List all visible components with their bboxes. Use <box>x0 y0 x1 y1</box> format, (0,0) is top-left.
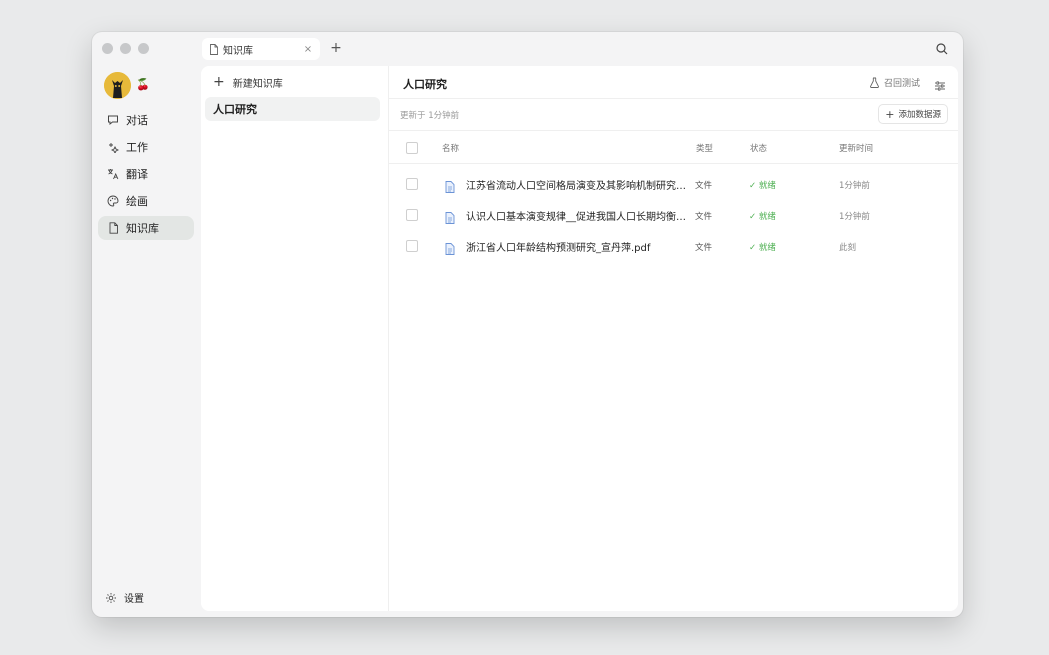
close-tab-icon[interactable]: × <box>300 44 316 55</box>
file-icon <box>445 178 455 193</box>
settings-sliders-icon[interactable] <box>934 77 946 91</box>
file-icon <box>445 209 455 224</box>
file-type: 文件 <box>695 212 713 222</box>
sparkle-icon <box>106 140 120 154</box>
column-header-name: 名称 <box>442 144 460 154</box>
updated-time: 更新于 1分钟前 <box>400 111 460 121</box>
settings-button[interactable]: 设置 <box>104 590 144 605</box>
updated-time: 1分钟前 <box>839 212 870 222</box>
row-checkbox[interactable] <box>406 209 418 221</box>
status-badge: ✓ 就绪 <box>749 181 776 191</box>
window-controls <box>102 43 149 54</box>
translate-icon <box>106 167 120 181</box>
new-knowledge-base-label: 新建知识库 <box>232 78 283 90</box>
minimize-window-button[interactable] <box>120 43 131 54</box>
file-name: 江苏省流动人口空间格局演变及其影响机制研究.pdf <box>466 181 688 192</box>
plus-icon: + <box>885 107 895 121</box>
document-icon <box>208 43 220 55</box>
app-window: 知识库 × + 🍒 对话 工作 翻译 绘画 知识库 设置 + 新建知识库 人口研… <box>92 32 963 617</box>
palette-icon <box>106 194 120 208</box>
row-checkbox[interactable] <box>406 178 418 190</box>
updated-time: 此刻 <box>839 243 857 253</box>
sidebar-item-work[interactable]: 工作 <box>98 135 194 159</box>
cherry-icon: 🍒 <box>136 78 150 91</box>
sidebar-nav: 对话 工作 翻译 绘画 知识库 <box>98 108 194 243</box>
file-type: 文件 <box>695 243 713 253</box>
search-icon[interactable] <box>935 41 949 55</box>
column-header-type: 类型 <box>696 144 714 154</box>
document-icon <box>106 221 120 235</box>
sidebar-item-label: 知识库 <box>126 222 159 235</box>
divider <box>389 98 958 99</box>
sidebar-item-paint[interactable]: 绘画 <box>98 189 194 213</box>
file-name: 认识人口基本演变规律__促进我国人口长期均衡发展.pdf <box>466 212 688 223</box>
status-badge: ✓ 就绪 <box>749 243 776 253</box>
avatar[interactable] <box>104 72 131 99</box>
add-data-source-label: 添加数据源 <box>898 110 941 120</box>
sidebar-item-label: 对话 <box>126 114 148 127</box>
sidebar-item-label: 翻译 <box>126 168 148 181</box>
divider <box>389 130 958 131</box>
sidebar-item-chat[interactable]: 对话 <box>98 108 194 132</box>
table-row[interactable]: 浙江省人口年龄结构预测研究_宣丹萍.pdf 文件 ✓ 就绪 此刻 <box>389 234 958 258</box>
row-checkbox[interactable] <box>406 240 418 252</box>
flask-icon <box>869 77 880 88</box>
chat-icon <box>106 113 120 127</box>
file-name: 浙江省人口年龄结构预测研究_宣丹萍.pdf <box>466 243 651 254</box>
settings-label: 设置 <box>124 594 144 605</box>
main-panel: + 新建知识库 人口研究 人口研究 召回测试 更新于 1分钟前 + 添加数据源 <box>201 66 958 611</box>
table-row[interactable]: 江苏省流动人口空间格局演变及其影响机制研究.pdf 文件 ✓ 就绪 1分钟前 <box>389 172 958 196</box>
recall-test-label: 召回测试 <box>883 79 920 89</box>
status-badge: ✓ 就绪 <box>749 212 776 222</box>
new-knowledge-base-button[interactable]: + 新建知识库 <box>213 74 283 90</box>
plus-icon: + <box>213 74 225 90</box>
sidebar-item-knowledge-base[interactable]: 知识库 <box>98 216 194 240</box>
add-data-source-button[interactable]: + 添加数据源 <box>878 104 948 124</box>
maximize-window-button[interactable] <box>138 43 149 54</box>
close-window-button[interactable] <box>102 43 113 54</box>
file-icon <box>445 240 455 255</box>
column-header-time: 更新时间 <box>839 144 874 154</box>
sidebar-item-translate[interactable]: 翻译 <box>98 162 194 186</box>
page-title: 人口研究 <box>403 78 447 91</box>
tab-knowledge-base[interactable]: 知识库 × <box>202 38 320 60</box>
file-type: 文件 <box>695 181 713 191</box>
knowledge-base-item[interactable]: 人口研究 <box>205 97 380 121</box>
select-all-checkbox[interactable] <box>406 142 418 154</box>
column-header-status: 状态 <box>750 144 768 154</box>
gear-icon <box>104 591 118 605</box>
table-row[interactable]: 认识人口基本演变规律__促进我国人口长期均衡发展.pdf 文件 ✓ 就绪 1分钟… <box>389 203 958 227</box>
knowledge-base-content: 人口研究 召回测试 更新于 1分钟前 + 添加数据源 名称 类型 状态 更新时间 <box>389 66 958 611</box>
tab-label: 知识库 <box>223 45 253 57</box>
updated-time: 1分钟前 <box>839 181 870 191</box>
knowledge-base-list: + 新建知识库 人口研究 <box>201 66 389 611</box>
new-tab-button[interactable]: + <box>328 39 344 57</box>
sidebar-item-label: 工作 <box>126 141 148 154</box>
sidebar-item-label: 绘画 <box>126 195 148 208</box>
recall-test-button[interactable]: 召回测试 <box>869 76 920 89</box>
divider <box>389 163 958 164</box>
